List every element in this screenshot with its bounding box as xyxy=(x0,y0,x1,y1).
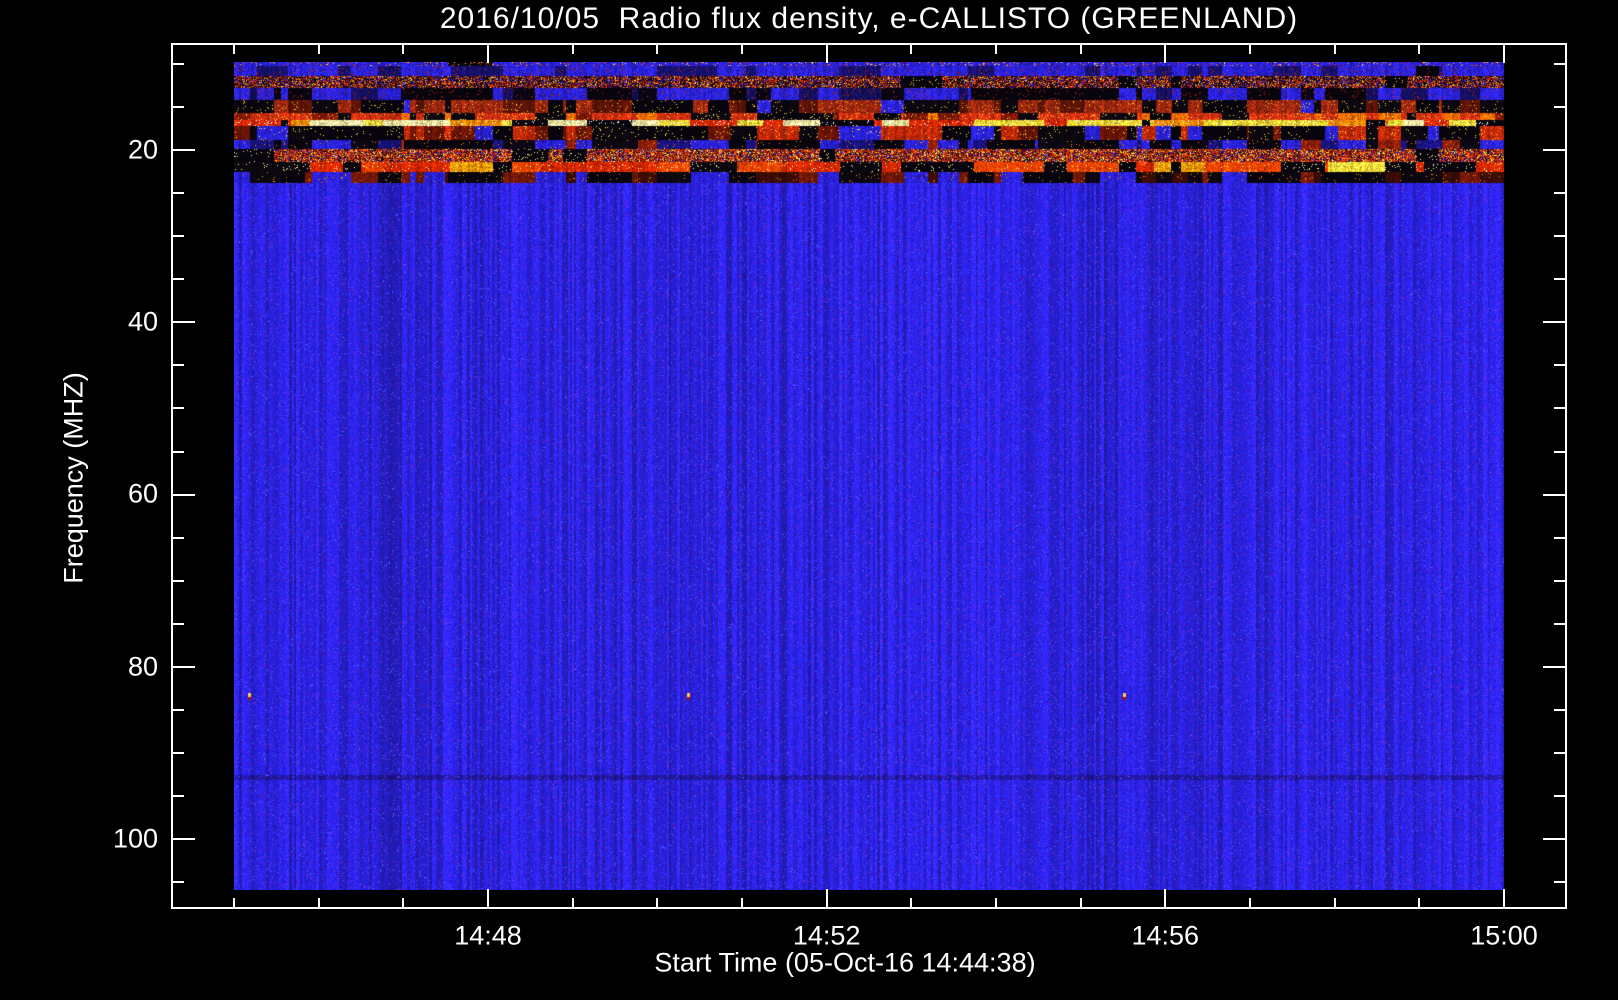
y-minor-tick-right xyxy=(1554,106,1565,109)
x-minor-tick xyxy=(995,898,997,907)
x-minor-tick xyxy=(1418,898,1421,907)
y-minor-tick-right xyxy=(1554,407,1565,410)
x-major-tick-top xyxy=(1164,45,1167,63)
x-minor-tick xyxy=(317,898,320,907)
y-minor-tick-right xyxy=(1554,794,1565,797)
x-minor-tick xyxy=(1079,898,1082,907)
x-minor-tick-top xyxy=(910,45,913,54)
x-major-tick xyxy=(1503,889,1505,907)
y-major-tick-right xyxy=(1543,665,1565,668)
chart-title: 2016/10/05 Radio flux density, e-CALLIST… xyxy=(439,2,1299,35)
x-minor-tick-top xyxy=(1079,45,1082,54)
y-tick-label: 40 xyxy=(127,306,158,337)
y-minor-tick-right xyxy=(1554,708,1565,711)
x-major-tick-top xyxy=(825,45,828,63)
y-minor-tick xyxy=(173,751,184,754)
y-minor-tick xyxy=(173,881,184,883)
x-tick-label: 14:48 xyxy=(454,920,522,951)
y-minor-tick xyxy=(173,708,184,711)
y-minor-tick xyxy=(173,622,184,625)
y-minor-tick-right xyxy=(1554,278,1565,281)
spectrogram-canvas xyxy=(234,62,1504,890)
y-minor-tick xyxy=(173,794,184,797)
y-minor-tick xyxy=(173,278,184,281)
x-axis-title: Start Time (05-Oct-16 14:44:38) xyxy=(654,947,1036,978)
y-minor-tick xyxy=(173,106,184,109)
y-minor-tick-right xyxy=(1554,881,1565,883)
y-minor-tick-right xyxy=(1554,450,1565,453)
x-minor-tick xyxy=(741,898,743,907)
y-major-tick-right xyxy=(1543,321,1565,324)
y-minor-tick-right xyxy=(1554,579,1565,582)
x-minor-tick-top xyxy=(656,45,659,54)
spectrogram-page: 2016/10/05 Radio flux density, e-CALLIST… xyxy=(0,0,1618,1000)
y-tick-label: 20 xyxy=(127,134,158,165)
y-minor-tick xyxy=(173,536,184,539)
x-minor-tick-top xyxy=(1418,45,1421,54)
y-minor-tick xyxy=(173,192,184,195)
y-major-tick xyxy=(173,665,195,668)
y-minor-tick xyxy=(173,63,184,66)
x-major-tick-top xyxy=(1503,45,1505,63)
y-tick-label: 80 xyxy=(127,651,158,682)
x-tick-label: 14:56 xyxy=(1131,920,1200,951)
x-minor-tick xyxy=(233,898,235,907)
y-major-tick-right xyxy=(1543,149,1565,152)
y-major-tick xyxy=(173,493,195,496)
x-minor-tick xyxy=(1333,898,1336,907)
x-minor-tick-top xyxy=(1333,45,1336,54)
x-minor-tick-top xyxy=(741,45,743,54)
y-minor-tick xyxy=(173,407,184,410)
y-major-tick-right xyxy=(1543,837,1565,840)
y-axis-title: Frequency (MHZ) xyxy=(58,372,89,584)
y-major-tick-right xyxy=(1543,493,1565,496)
x-minor-tick xyxy=(402,898,405,907)
y-minor-tick-right xyxy=(1554,751,1565,754)
x-minor-tick-top xyxy=(571,45,574,54)
x-minor-tick-top xyxy=(1249,45,1251,54)
x-minor-tick xyxy=(656,898,659,907)
x-minor-tick-top xyxy=(317,45,320,54)
y-minor-tick-right xyxy=(1554,235,1565,238)
x-major-tick xyxy=(487,889,489,907)
x-minor-tick-top xyxy=(402,45,405,54)
y-minor-tick-right xyxy=(1554,63,1565,66)
y-major-tick xyxy=(173,149,195,152)
y-tick-label: 100 xyxy=(112,823,158,854)
y-minor-tick-right xyxy=(1554,192,1565,195)
y-minor-tick-right xyxy=(1554,536,1565,539)
y-minor-tick xyxy=(173,364,184,367)
y-minor-tick xyxy=(173,450,184,453)
y-major-tick xyxy=(173,837,195,840)
y-minor-tick-right xyxy=(1554,622,1565,625)
x-minor-tick xyxy=(1249,898,1251,907)
y-minor-tick xyxy=(173,235,184,238)
y-minor-tick xyxy=(173,579,184,582)
x-major-tick xyxy=(1164,889,1167,907)
x-minor-tick-top xyxy=(233,45,235,54)
x-minor-tick xyxy=(571,898,574,907)
x-minor-tick xyxy=(910,898,913,907)
x-tick-label: 15:00 xyxy=(1470,920,1538,951)
y-minor-tick-right xyxy=(1554,364,1565,367)
x-major-tick-top xyxy=(487,45,489,63)
x-minor-tick-top xyxy=(995,45,997,54)
y-major-tick xyxy=(173,321,195,324)
x-major-tick xyxy=(825,889,828,907)
